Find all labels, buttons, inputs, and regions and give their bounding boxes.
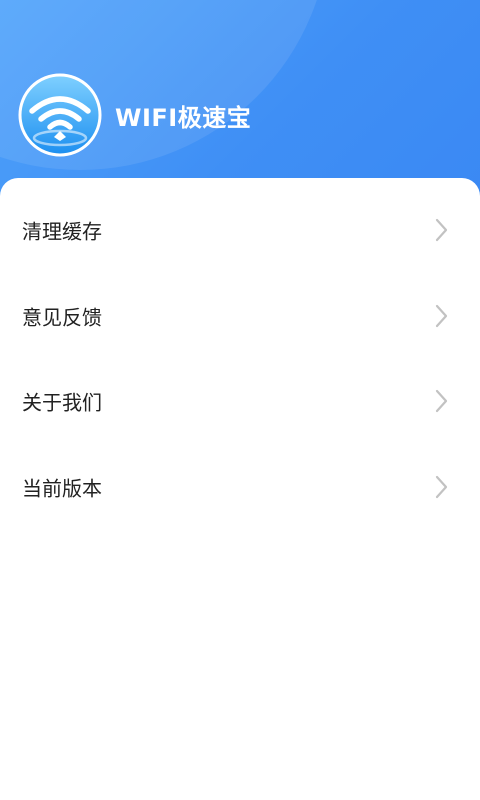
chevron-right-icon (435, 218, 448, 242)
chevron-right-icon (435, 389, 448, 413)
menu-item-label: 意见反馈 (22, 305, 102, 330)
chevron-right-icon (435, 304, 448, 328)
menu-item-about-us[interactable]: 关于我们 (0, 371, 480, 431)
app-title: WIFI极速宝 (115, 104, 252, 132)
menu-item-feedback[interactable]: 意见反馈 (0, 286, 480, 346)
wifi-icon (18, 73, 102, 157)
chevron-right-icon (435, 475, 448, 499)
menu-item-label: 当前版本 (22, 476, 102, 501)
menu-item-label: 清理缓存 (22, 219, 102, 244)
menu-item-current-version[interactable]: 当前版本 (0, 457, 480, 517)
menu-item-label: 关于我们 (22, 390, 102, 415)
settings-screen: WIFI极速宝 清理缓存 意见反馈 关于我们 当前版本 (0, 0, 480, 800)
menu-item-clear-cache[interactable]: 清理缓存 (0, 200, 480, 260)
menu-card: 清理缓存 意见反馈 关于我们 当前版本 (0, 178, 480, 800)
